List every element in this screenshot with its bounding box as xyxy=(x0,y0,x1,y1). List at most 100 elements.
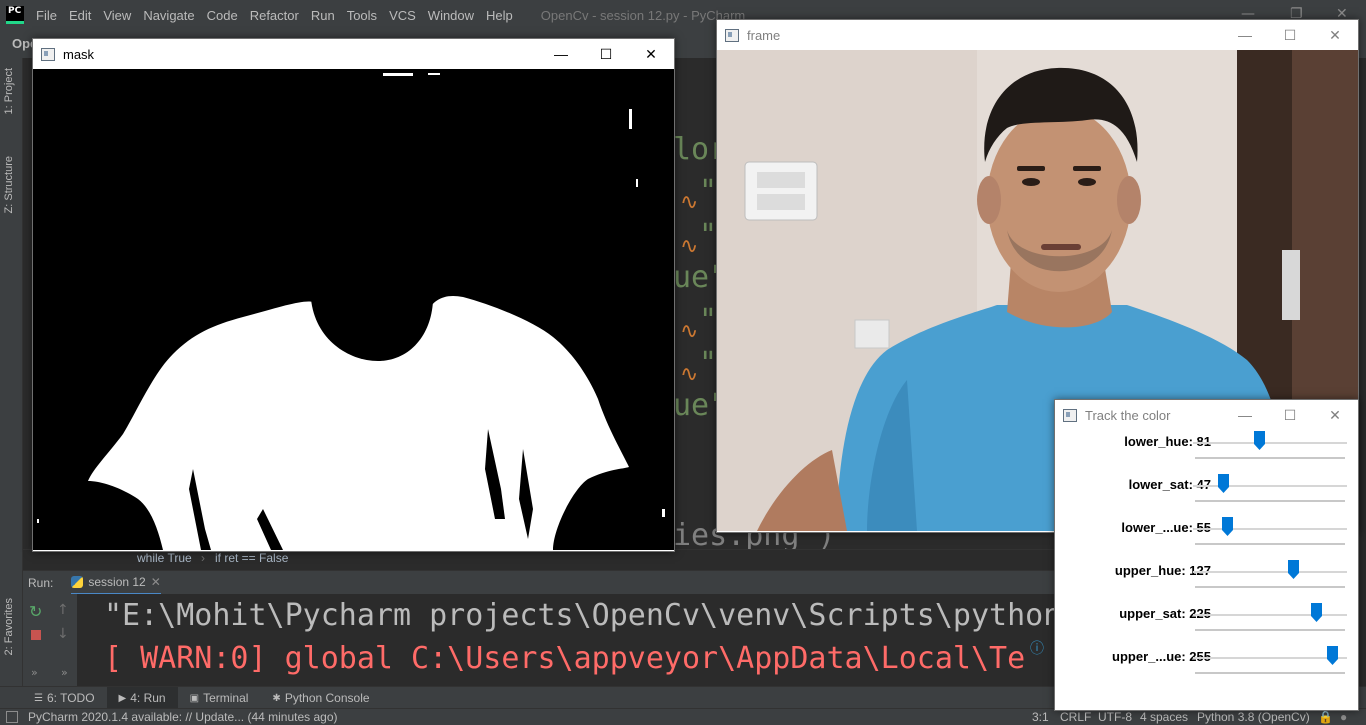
warning-squiggle-icon: ∿ xyxy=(680,190,699,215)
info-icon[interactable]: ⓘ xyxy=(1030,638,1052,658)
line-separator[interactable]: CRLF xyxy=(1060,710,1091,724)
close-tab-icon[interactable]: ✕ xyxy=(151,575,161,589)
tab-terminal[interactable]: ▣ Terminal xyxy=(178,691,261,705)
window-app-icon xyxy=(725,28,739,42)
close-icon[interactable]: ✕ xyxy=(1312,400,1358,430)
ide-window-title: OpenCv - session 12.py - PyCharm xyxy=(540,7,746,23)
close-icon[interactable]: ✕ xyxy=(1312,20,1358,50)
pycharm-logo-icon: PC xyxy=(6,6,24,24)
indent-setting[interactable]: 4 spaces xyxy=(1140,710,1188,724)
maximize-icon[interactable]: ☐ xyxy=(1267,20,1313,50)
tab-todo-label: 6: TODO xyxy=(46,691,95,705)
frame-window-titlebar[interactable]: frame — ☐ ✕ xyxy=(717,20,1358,50)
inspector-icon[interactable]: ● xyxy=(1340,710,1347,724)
tab-terminal-label: Terminal xyxy=(203,691,249,705)
tab-todo[interactable]: ☰ 6: TODO xyxy=(22,691,107,705)
code-fragment: " xyxy=(699,346,718,381)
down-arrow-icon[interactable]: ↓ xyxy=(57,626,69,642)
mask-image xyxy=(33,69,674,550)
run-tab[interactable]: session 12 ✕ xyxy=(71,571,161,595)
tab-project[interactable]: 1: Project xyxy=(3,68,15,114)
python-interpreter[interactable]: Python 3.8 (OpenCv) xyxy=(1197,710,1310,724)
breadcrumb-while[interactable]: while True xyxy=(137,551,192,565)
trackbar-thumb[interactable] xyxy=(1288,560,1300,579)
trackbar-ticks xyxy=(1195,500,1345,502)
breadcrumb-if[interactable]: if ret == False xyxy=(215,551,288,565)
trackbar-thumb[interactable] xyxy=(1217,474,1229,493)
close-icon[interactable]: ✕ xyxy=(628,39,674,69)
menu-tools[interactable]: Tools xyxy=(341,8,383,23)
track-color-window[interactable]: Track the color — ☐ ✕ lower_hue: 81 lower… xyxy=(1054,399,1359,711)
list-icon: ☰ xyxy=(34,692,43,704)
menu-code[interactable]: Code xyxy=(201,8,244,23)
up-arrow-icon[interactable]: ↑ xyxy=(57,602,69,618)
caret-position[interactable]: 3:1 xyxy=(1032,710,1049,724)
trackbar-thumb[interactable] xyxy=(1253,431,1265,450)
code-fragment: " xyxy=(699,218,718,253)
update-message[interactable]: PyCharm 2020.1.4 available: // Update...… xyxy=(28,710,338,724)
trackbar-ticks xyxy=(1195,586,1345,588)
track-window-title: Track the color xyxy=(1085,407,1171,423)
mask-window[interactable]: mask — ☐ ✕ xyxy=(32,38,675,552)
trackbar-thumb[interactable] xyxy=(1311,603,1323,622)
trackbar-thumb[interactable] xyxy=(1221,517,1233,536)
trackbar-rail[interactable] xyxy=(1193,528,1347,530)
tab-favorites[interactable]: 2: Favorites xyxy=(3,598,15,655)
left-tool-stripe: 1: Project Z: Structure 2: Favorites xyxy=(0,58,23,686)
frame-window-title: frame xyxy=(747,27,781,43)
minimize-icon[interactable]: — xyxy=(1222,400,1268,430)
trackbar-ticks xyxy=(1195,457,1345,459)
layout-icon[interactable] xyxy=(6,711,18,723)
tab-python-console-label: Python Console xyxy=(284,691,370,705)
run-panel-header: Run: session 12 ✕ xyxy=(23,570,1054,595)
trackbar-ticks xyxy=(1195,629,1345,631)
trackbar-rail[interactable] xyxy=(1193,614,1347,616)
menu-run[interactable]: Run xyxy=(305,8,341,23)
menu-vcs[interactable]: VCS xyxy=(383,8,422,23)
window-app-icon xyxy=(1063,408,1077,422)
menu-file[interactable]: File xyxy=(30,8,63,23)
track-window-titlebar[interactable]: Track the color — ☐ ✕ xyxy=(1055,400,1358,430)
mask-window-title: mask xyxy=(63,46,95,62)
python-console-icon: ✱ xyxy=(272,692,281,704)
warning-squiggle-icon: ∿ xyxy=(680,362,699,387)
minimize-icon[interactable]: — xyxy=(1222,20,1268,50)
tab-structure[interactable]: Z: Structure xyxy=(3,156,15,213)
maximize-icon[interactable]: ☐ xyxy=(1267,400,1313,430)
trackbar-ticks xyxy=(1195,672,1345,674)
expand-icon[interactable]: » xyxy=(31,666,38,679)
run-console[interactable]: "E:\Mohit\Pycharm projects\OpenCv\venv\S… xyxy=(23,594,1061,686)
lock-icon[interactable]: 🔒 xyxy=(1318,710,1333,724)
tab-run-label: 4: Run xyxy=(130,691,166,705)
trackbar-rail[interactable] xyxy=(1193,571,1347,573)
tab-run[interactable]: ▶ 4: Run xyxy=(106,687,178,709)
warning-squiggle-icon: ∿ xyxy=(680,319,699,344)
mask-window-titlebar[interactable]: mask — ☐ ✕ xyxy=(33,39,674,69)
breadcrumb-separator-icon: › xyxy=(201,551,205,565)
menu-edit[interactable]: Edit xyxy=(63,8,97,23)
menu-navigate[interactable]: Navigate xyxy=(137,8,200,23)
python-icon xyxy=(71,576,84,588)
trackbar-row: lower_...ue: 55 xyxy=(1055,516,1365,559)
trackbar-thumb[interactable] xyxy=(1327,646,1338,665)
trackbar-rail[interactable] xyxy=(1193,485,1347,487)
menu-refactor[interactable]: Refactor xyxy=(244,8,305,23)
warning-squiggle-icon: ∿ xyxy=(680,234,699,259)
menu-view[interactable]: View xyxy=(97,8,137,23)
trackbar-row: lower_hue: 81 xyxy=(1055,430,1365,473)
console-line-warning: [ WARN:0] global C:\Users\appveyor\AppDa… xyxy=(104,641,1026,676)
trackbar-rail[interactable] xyxy=(1193,442,1347,444)
minimize-icon[interactable]: — xyxy=(538,39,584,69)
console-line: "E:\Mohit\Pycharm projects\OpenCv\venv\S… xyxy=(104,598,1062,633)
file-encoding[interactable]: UTF-8 xyxy=(1098,710,1132,724)
stop-icon[interactable] xyxy=(31,630,41,640)
run-toolbar: ↻ ↑ ↓ » » xyxy=(23,594,77,686)
maximize-icon[interactable]: ☐ xyxy=(583,39,629,69)
rerun-icon[interactable]: ↻ xyxy=(29,602,42,621)
menu-help[interactable]: Help xyxy=(480,8,519,23)
expand-icon[interactable]: » xyxy=(61,666,68,679)
trackbar-rail[interactable] xyxy=(1193,657,1347,659)
trackbar-row: lower_sat: 47 xyxy=(1055,473,1365,516)
tab-python-console[interactable]: ✱ Python Console xyxy=(260,691,381,705)
menu-window[interactable]: Window xyxy=(422,8,480,23)
